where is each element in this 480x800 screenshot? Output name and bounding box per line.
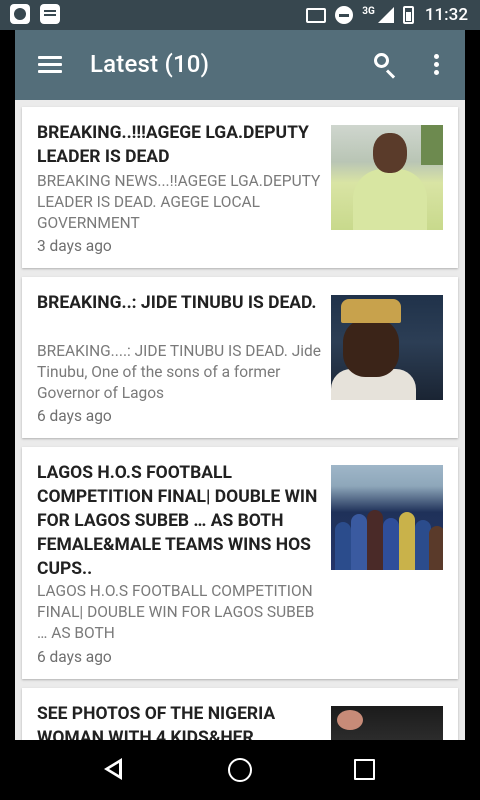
do-not-disturb-icon — [335, 6, 354, 24]
article-time: 6 days ago — [37, 407, 112, 425]
status-clock: 11:32 — [424, 5, 468, 25]
article-time: 6 days ago — [37, 648, 112, 666]
hamburger-menu-icon[interactable] — [38, 56, 62, 74]
article-thumbnail — [331, 295, 443, 400]
article-thumbnail — [331, 706, 443, 740]
article-headline: SEE PHOTOS OF THE NIGERIA WOMAN WITH 4 K… — [37, 704, 276, 740]
article-snippet: BREAKING....: JIDE TINUBU IS DEAD. Jide … — [37, 342, 322, 402]
article-card[interactable]: SEE PHOTOS OF THE NIGERIA WOMAN WITH 4 K… — [22, 688, 458, 740]
cast-icon — [306, 7, 327, 23]
battery-icon — [402, 6, 414, 24]
article-thumbnail — [331, 125, 443, 230]
network-type: 3G — [362, 5, 375, 17]
article-card[interactable]: LAGOS H.O.S FOOTBALL COMPETITION FINAL| … — [22, 447, 458, 679]
message-icon — [40, 4, 60, 24]
search-icon[interactable] — [373, 52, 399, 79]
more-vert-icon[interactable] — [433, 54, 441, 76]
article-thumbnail — [331, 465, 443, 570]
article-snippet: BREAKING NEWS...!!AGEGE LGA.DEPUTY LEADE… — [37, 172, 321, 232]
article-headline: BREAKING..: JIDE TINUBU IS DEAD. — [37, 293, 317, 313]
article-headline: LAGOS H.O.S FOOTBALL COMPETITION FINAL| … — [37, 463, 318, 579]
signal-icon — [377, 7, 394, 23]
article-card[interactable]: BREAKING..!!!AGEGE LGA.DEPUTY LEADER IS … — [22, 107, 458, 268]
article-snippet: LAGOS H.O.S FOOTBALL COMPETITION FINAL| … — [37, 582, 315, 642]
article-list[interactable]: BREAKING..!!!AGEGE LGA.DEPUTY LEADER IS … — [15, 100, 465, 740]
article-card[interactable]: BREAKING..: JIDE TINUBU IS DEAD. BREAKIN… — [22, 277, 458, 438]
page-title: Latest (10) — [90, 50, 210, 78]
status-bar: 3G 11:32 — [0, 0, 480, 30]
home-icon[interactable] — [228, 758, 252, 782]
recents-icon[interactable] — [354, 759, 375, 780]
app-bar: Latest (10) — [15, 30, 465, 100]
system-nav-bar — [0, 740, 480, 800]
article-headline: BREAKING..!!!AGEGE LGA.DEPUTY LEADER IS … — [37, 123, 309, 167]
notification-icon — [10, 4, 30, 24]
article-time: 3 days ago — [37, 237, 112, 255]
back-icon[interactable] — [104, 758, 122, 780]
